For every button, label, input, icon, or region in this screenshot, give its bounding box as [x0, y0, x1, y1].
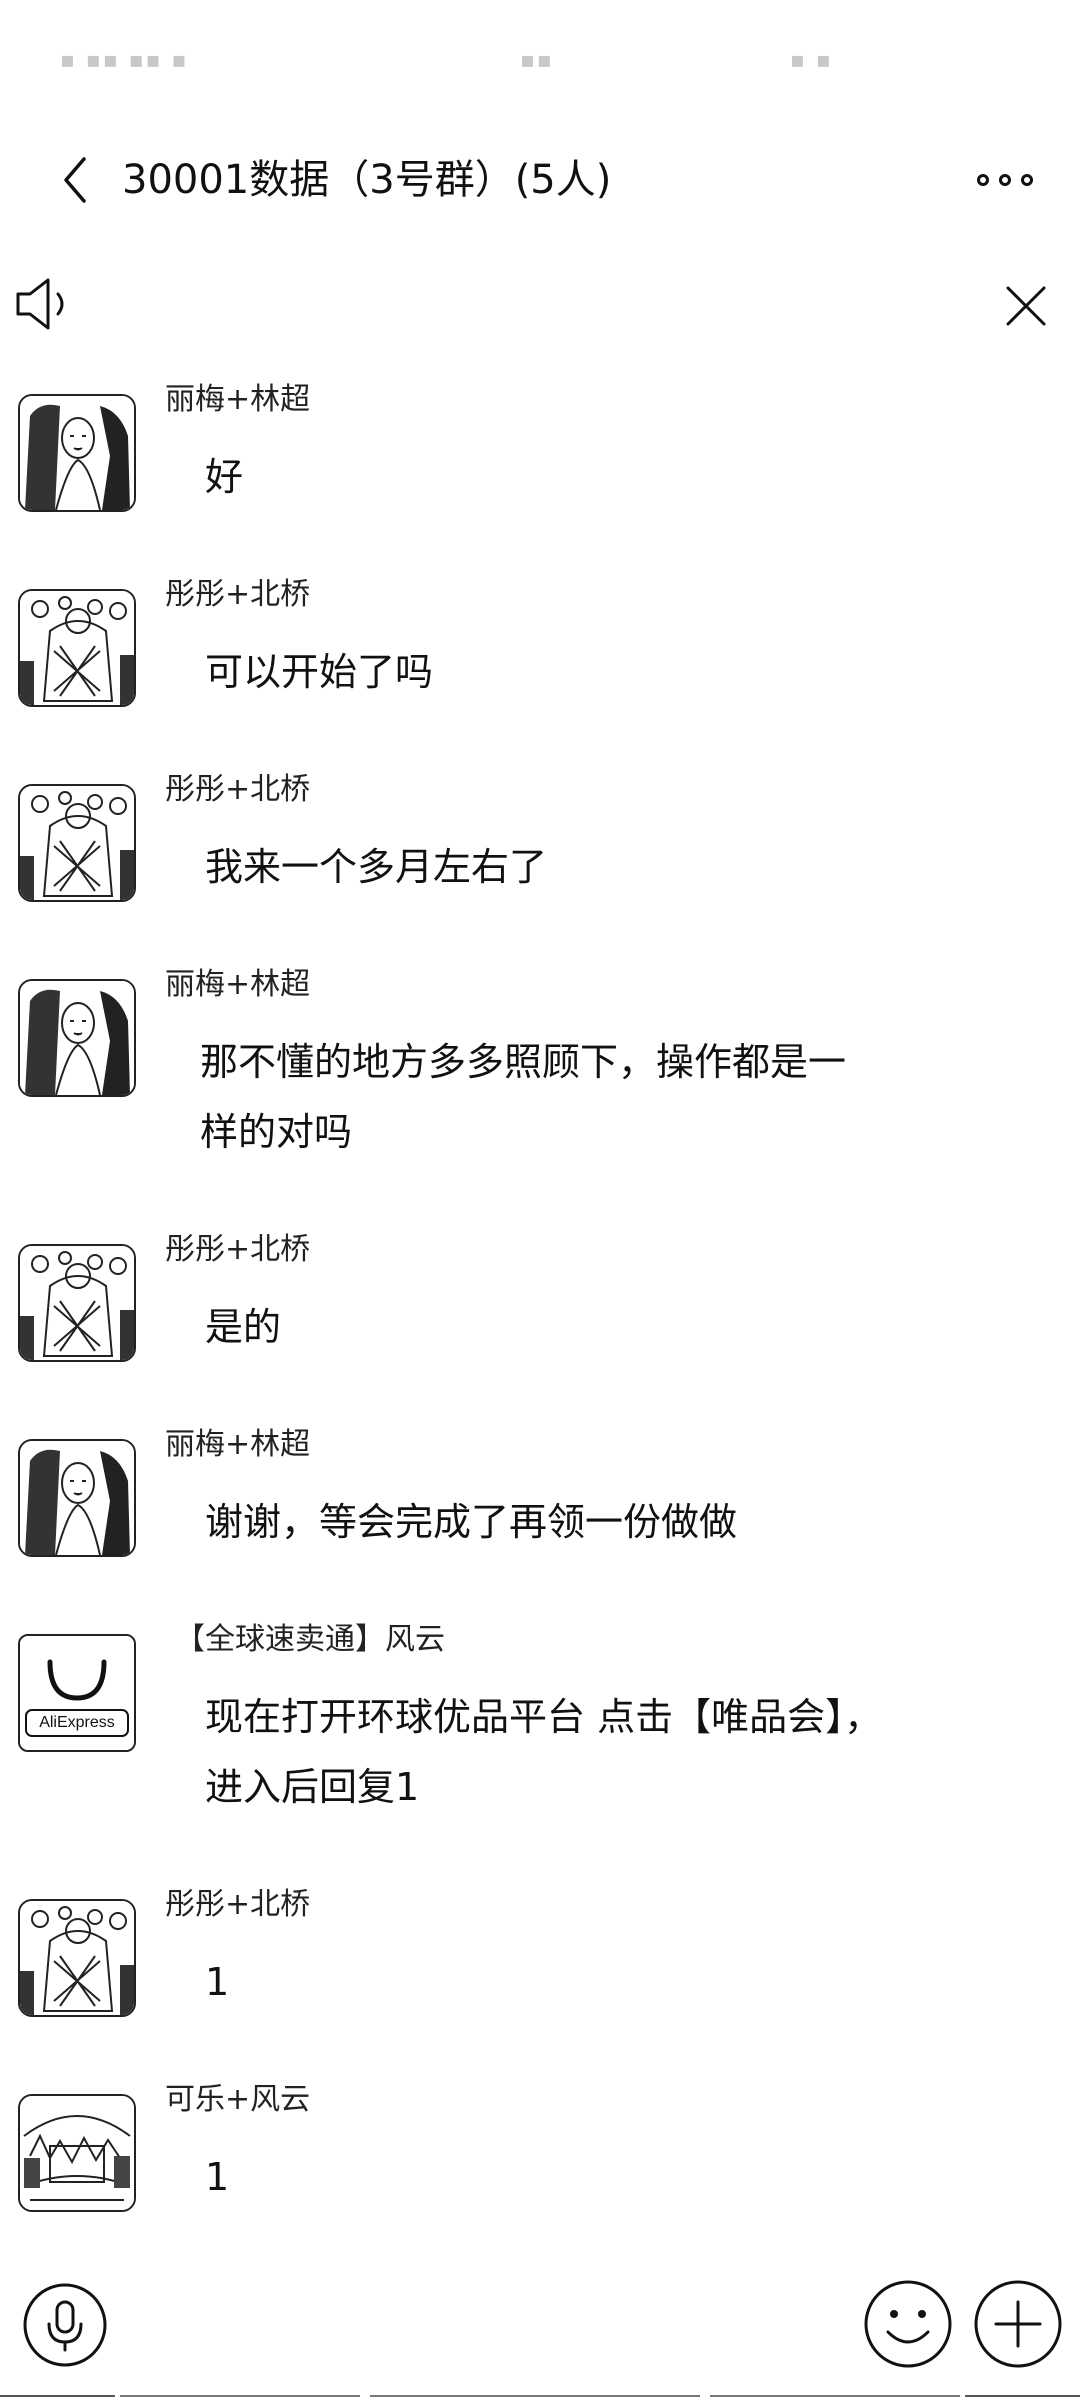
message-item: 彤彤+北桥 是的 [0, 1230, 1080, 1362]
group-photo-icon [20, 1246, 134, 1360]
sender-name: 可乐+风云 [165, 2082, 311, 2117]
sender-name: 丽梅+林超 [165, 1427, 311, 1462]
message-text[interactable]: 那不懂的地方多多照顾下，操作都是一样的对吗 [200, 1027, 880, 1167]
message-item: AliExpress 【全球速卖通】风云 现在打开环球优品平台 点击【唯品会】，… [0, 1620, 1080, 1820]
group-photo-icon [20, 1901, 134, 2015]
message-item: 丽梅+林超 好 [0, 380, 1080, 512]
message-text[interactable]: 我来一个多月左右了 [205, 832, 885, 902]
message-text[interactable]: 是的 [205, 1292, 885, 1362]
message-item: 丽梅+林超 那不懂的地方多多照顾下，操作都是一样的对吗 [0, 965, 1080, 1165]
status-center-blur: ▪▪ [520, 48, 554, 73]
message-text[interactable]: 谢谢，等会完成了再领一份做做 [205, 1487, 885, 1557]
group-photo-icon [20, 591, 134, 705]
sender-name: 丽梅+林超 [165, 382, 311, 417]
microphone-icon [23, 2283, 107, 2367]
sender-name: 丽梅+林超 [165, 967, 311, 1002]
message-item: 丽梅+林超 谢谢，等会完成了再领一份做做 [0, 1425, 1080, 1557]
message-item: 彤彤+北桥 我来一个多月左右了 [0, 770, 1080, 902]
emoji-icon [864, 2280, 952, 2368]
back-button[interactable] [40, 140, 110, 220]
woman-photo-icon [20, 396, 134, 510]
message-text[interactable]: 可以开始了吗 [205, 637, 885, 707]
message-item: 可乐+风云 1 [0, 2080, 1080, 2212]
sender-name: 彤彤+北桥 [165, 1232, 311, 1267]
message-text[interactable]: 现在打开环球优品平台 点击【唯品会】，进入后回复1 [205, 1682, 885, 1822]
close-icon [1006, 286, 1046, 326]
chat-header: 30001数据（3号群）(5人) [0, 130, 1080, 230]
speaker-icon [16, 278, 64, 330]
group-photo-icon [20, 786, 134, 900]
woman-photo-icon [20, 1441, 134, 1555]
woman-photo-icon [20, 981, 134, 1095]
plus-icon [974, 2280, 1062, 2368]
sender-name: 彤彤+北桥 [165, 1887, 311, 1922]
speaker-button[interactable] [10, 272, 80, 336]
chat-title: 30001数据（3号群）(5人) [122, 157, 612, 203]
more-dot [1021, 174, 1033, 186]
message-text[interactable]: 好 [205, 442, 885, 512]
chevron-left-icon [64, 157, 86, 203]
avatar[interactable] [18, 1244, 136, 1362]
notice-bar [0, 258, 1080, 348]
message-item: 彤彤+北桥 可以开始了吗 [0, 575, 1080, 707]
avatar[interactable] [18, 979, 136, 1097]
aliexpress-logo-text: AliExpress [39, 1714, 115, 1731]
status-bar: ▪ ▪▪ ▪▪ ▪ ▪▪ ▪ ▪ [0, 0, 1080, 110]
sender-name: 彤彤+北桥 [165, 577, 311, 612]
emoji-button[interactable] [862, 2278, 954, 2370]
message-text[interactable]: 1 [205, 2142, 885, 2212]
status-left-blur: ▪ ▪▪ ▪▪ ▪ [60, 48, 189, 73]
avatar[interactable] [18, 1899, 136, 2017]
message-list[interactable]: 丽梅+林超 好 彤彤+北桥 可以开始了吗 彤彤+北桥 我来一个多月左右了 丽梅+… [0, 380, 1080, 2230]
avatar[interactable] [18, 1439, 136, 1557]
bottom-edge-lines [0, 2395, 1080, 2397]
bottom-edge [0, 2384, 1080, 2397]
avatar[interactable]: AliExpress [18, 1634, 136, 1752]
close-notice-button[interactable] [996, 276, 1056, 336]
avatar[interactable] [18, 784, 136, 902]
more-actions-button[interactable] [972, 2278, 1064, 2370]
sender-name: 【全球速卖通】风云 [175, 1622, 445, 1657]
more-options-button[interactable] [960, 152, 1050, 208]
sender-name: 彤彤+北桥 [165, 772, 311, 807]
status-right-blur: ▪ ▪ [790, 48, 833, 73]
avatar[interactable] [18, 394, 136, 512]
avatar[interactable] [18, 589, 136, 707]
more-dot [999, 174, 1011, 186]
landscape-photo-icon [20, 2096, 134, 2210]
message-item: 彤彤+北桥 1 [0, 1885, 1080, 2017]
avatar[interactable] [18, 2094, 136, 2212]
more-dots-icon [977, 174, 989, 186]
input-bar [0, 2270, 1080, 2380]
voice-input-button[interactable] [22, 2282, 108, 2368]
message-text[interactable]: 1 [205, 1947, 885, 2017]
